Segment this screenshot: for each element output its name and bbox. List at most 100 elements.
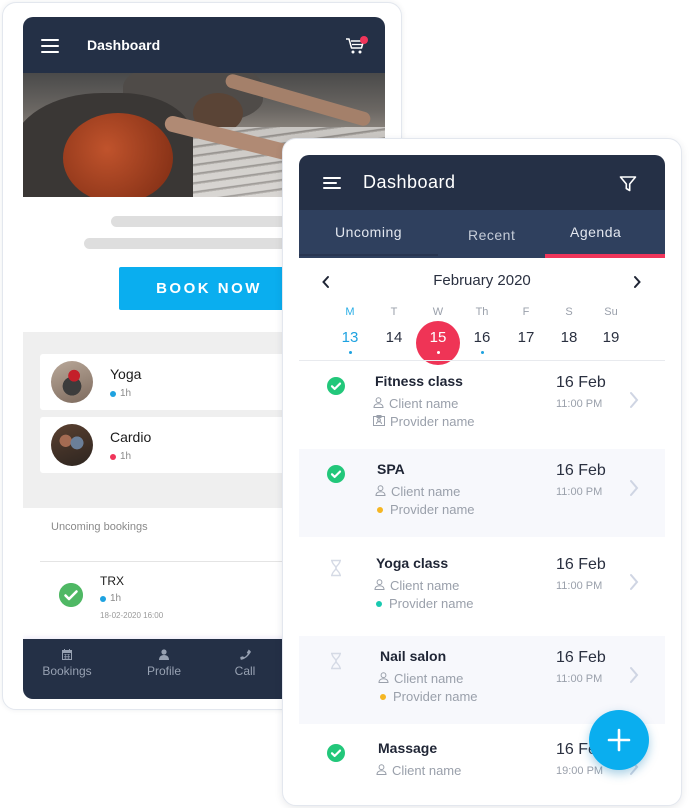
tab-agenda[interactable]: Agenda [570, 224, 621, 240]
agenda-provider: Provider name [374, 596, 474, 611]
agenda-client: Client name [374, 578, 459, 593]
agenda-client: Client name [378, 671, 463, 686]
tab-uncoming[interactable]: Uncoming [335, 224, 402, 240]
agenda-item-title: Yoga class [376, 555, 449, 571]
nav-bookings[interactable]: Bookings [27, 649, 107, 678]
phone-icon [239, 649, 251, 660]
weekday-label: F [522, 306, 530, 318]
class-name: Yoga [110, 366, 142, 382]
cardio-avatar [51, 424, 93, 466]
cart-badge [360, 36, 368, 44]
agenda-time: 11:00 PM [556, 673, 603, 685]
provider-name: Provider name [393, 689, 478, 704]
weekday-label: W [432, 306, 444, 318]
class-duration: 1h [110, 451, 131, 462]
chevron-right-icon[interactable] [629, 573, 639, 596]
tab-recent[interactable]: Recent [468, 227, 515, 243]
client-name: Client name [390, 578, 460, 593]
booking-name: TRX [100, 574, 124, 588]
front-app-title: Dashboard [363, 172, 456, 192]
weekday-label: Th [475, 306, 489, 318]
book-now-button[interactable]: BOOK NOW [119, 267, 299, 310]
client-name: Client name [391, 484, 461, 499]
month-label: February 2020 [433, 272, 531, 289]
filter-icon[interactable] [619, 175, 637, 193]
yoga-avatar [51, 361, 93, 403]
calendar-day-16[interactable]: 16 [460, 329, 504, 346]
agenda-time: 11:00 PM [556, 398, 603, 410]
agenda-item[interactable]: Fitness class Client name Provider name 16 … [299, 361, 665, 449]
front-app-header: Dashboard [299, 155, 665, 210]
client-name: Client name [389, 396, 459, 411]
event-indicator-dot [348, 351, 352, 354]
agenda-time: 11:00 PM [556, 580, 603, 592]
provider-status-dot [380, 693, 386, 700]
user-icon [159, 649, 169, 660]
nav-label: Call [234, 664, 256, 678]
booking-datetime: 18-02-2020 16:00 [100, 611, 164, 620]
hamburger-icon[interactable] [41, 39, 59, 53]
agenda-item[interactable]: Yoga class Client name Provider name 16 Feb… [299, 543, 665, 631]
agenda-date: 16 Feb [556, 374, 606, 391]
user-icon [376, 763, 387, 778]
add-booking-button[interactable] [589, 710, 649, 770]
provider-name: Provider name [390, 414, 475, 429]
agenda-item-title: Massage [378, 740, 438, 756]
class-name: Cardio [110, 429, 152, 445]
class-duration: 1h [110, 388, 131, 399]
agenda-date: 16 Feb [556, 649, 606, 666]
hourglass-icon [329, 652, 347, 670]
chevron-right-icon [634, 276, 641, 288]
back-app-title: Dashboard [87, 37, 161, 53]
nav-profile[interactable]: Profile [124, 649, 204, 678]
booking-duration: 1h [100, 593, 121, 604]
agenda-item-title: Nail salon [380, 648, 447, 664]
calendar-day-19[interactable]: 19 [589, 329, 633, 346]
duration-text: 1h [120, 388, 132, 399]
calendar-day-15[interactable]: 15 [416, 329, 460, 346]
agenda-item-title: Fitness class [375, 373, 463, 389]
agenda-date: 16 Feb [556, 556, 606, 573]
agenda-client: Client name [373, 396, 458, 411]
weekday-label: S [565, 306, 573, 318]
agenda-client: Client name [375, 484, 460, 499]
calendar-day-18[interactable]: 18 [547, 329, 591, 346]
chevron-right-icon[interactable] [629, 666, 639, 689]
status-dot [100, 595, 106, 602]
user-icon [374, 578, 385, 593]
nav-call[interactable]: Call [205, 649, 285, 678]
event-indicator-dot [436, 351, 440, 354]
weekday-label: T [390, 306, 398, 318]
check-circle-icon [59, 583, 83, 607]
agenda-client: Client name [376, 763, 461, 778]
hourglass-icon [329, 559, 347, 577]
nav-label: Bookings [42, 664, 92, 678]
client-name: Client name [392, 763, 462, 778]
agenda-item-title: SPA [377, 461, 405, 477]
nav-label: Profile [146, 664, 181, 678]
calendar-day-13[interactable]: 13 [328, 329, 372, 346]
id-card-icon [373, 414, 385, 429]
weekday-label: M [345, 306, 355, 318]
check-circle-icon [327, 744, 345, 762]
status-dot [110, 453, 116, 460]
upcoming-bookings-heading: Uncoming bookings [51, 521, 148, 533]
next-month-button[interactable] [632, 273, 642, 294]
provider-name: Provider name [390, 502, 475, 517]
calendar-day-14[interactable]: 14 [372, 329, 416, 346]
hamburger-icon[interactable] [323, 177, 341, 192]
agenda-date: 16 Feb [556, 462, 606, 479]
agenda-provider: Provider name [378, 689, 478, 704]
provider-name: Provider name [389, 596, 474, 611]
chevron-right-icon[interactable] [629, 391, 639, 414]
chevron-right-icon[interactable] [629, 479, 639, 502]
calendar-day-17[interactable]: 17 [504, 329, 548, 346]
weekday-label: Su [604, 306, 618, 318]
agenda-item[interactable]: SPA Client name Provider name 16 Feb 11:00 P… [299, 449, 665, 537]
event-indicator-dot [480, 351, 484, 354]
provider-status-dot [376, 600, 382, 607]
calendar-icon [62, 649, 72, 660]
tab-bar: Uncoming Recent Agenda [299, 210, 665, 258]
tab-divider [299, 254, 438, 256]
plus-icon [607, 728, 631, 752]
